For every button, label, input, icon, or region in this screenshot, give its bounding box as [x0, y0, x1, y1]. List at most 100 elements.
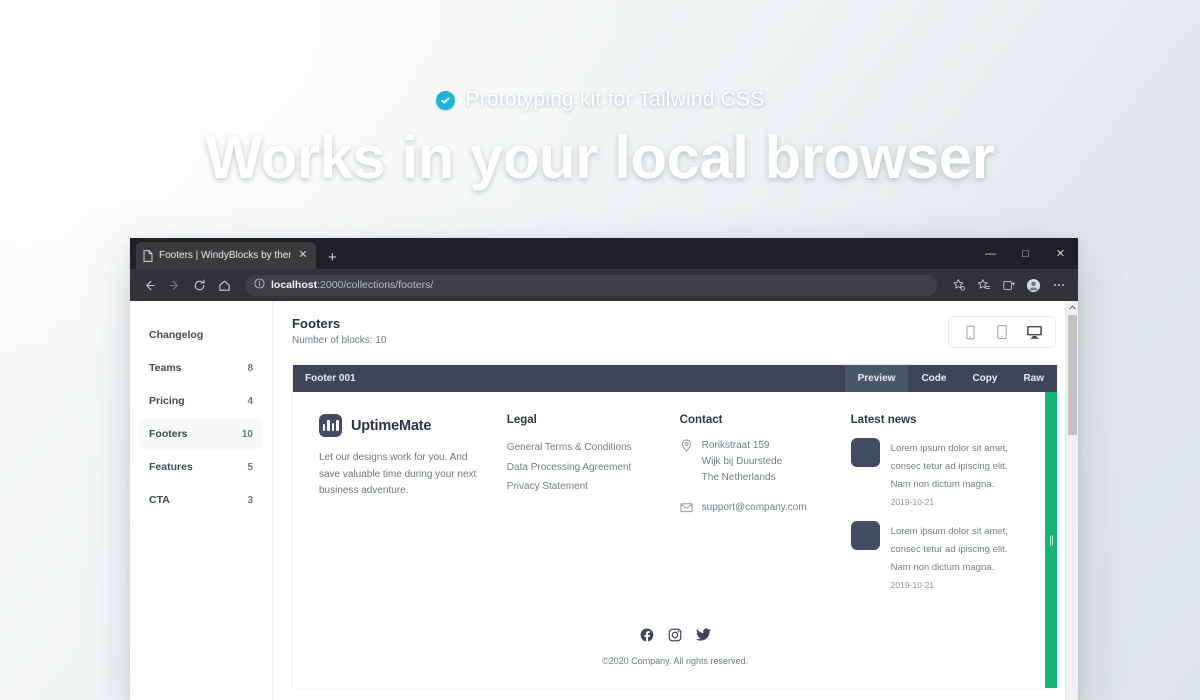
sidebar-item-label: CTA — [149, 494, 170, 506]
sidebar-item-count: 8 — [247, 363, 253, 374]
news-body: Lorem ipsum dolor sit amet, consec tetur… — [891, 521, 1015, 590]
block-name: Footer 001 — [293, 365, 845, 392]
sidebar-item-cta[interactable]: CTA 3 — [139, 485, 263, 515]
address-line-3: The Netherlands — [702, 472, 776, 483]
footer-columns: UptimeMate Let our designs work for you.… — [319, 414, 1031, 604]
tab-raw[interactable]: Raw — [1010, 365, 1057, 392]
sidebar-item-label: Footers — [149, 428, 188, 440]
sidebar-item-label: Changelog — [149, 329, 203, 341]
contact-heading: Contact — [680, 414, 835, 426]
browser-tab-strip: Footers | WindyBlocks by themes ✕ + — □ … — [130, 238, 1078, 269]
instagram-icon[interactable] — [668, 628, 682, 642]
forward-icon[interactable] — [163, 274, 185, 296]
window-close-button[interactable]: ✕ — [1043, 238, 1078, 269]
toolbar-icons — [947, 274, 1070, 297]
tab-copy[interactable]: Copy — [959, 365, 1010, 392]
page-icon — [143, 250, 153, 262]
tab-groups-icon[interactable] — [997, 274, 1020, 297]
address-host: localhost — [271, 279, 317, 291]
news-item[interactable]: Lorem ipsum dolor sit amet, consec tetur… — [851, 438, 1015, 507]
legal-link[interactable]: Privacy Statement — [507, 477, 664, 497]
browser-tab[interactable]: Footers | WindyBlocks by themes ✕ — [136, 242, 316, 269]
block-toolbar: Footer 001 Preview Code Copy Raw — [293, 365, 1057, 392]
sidebar-item-count: 3 — [247, 495, 253, 506]
maximize-button[interactable]: □ — [1008, 238, 1043, 269]
sidebar-item-label: Features — [149, 461, 193, 473]
home-icon[interactable] — [213, 274, 235, 296]
sidebar-item-count: 4 — [247, 396, 253, 407]
mobile-icon[interactable] — [955, 321, 985, 343]
page-scrollbar[interactable] — [1065, 301, 1078, 700]
grip-icon — [1050, 535, 1053, 546]
page-title: Footers — [292, 316, 387, 331]
news-text: Lorem ipsum dolor sit amet, consec tetur… — [891, 526, 1008, 573]
main-content: Footers Number of blocks: 10 — [273, 301, 1078, 700]
browser-tab-title: Footers | WindyBlocks by themes — [159, 250, 291, 261]
info-circle-icon — [254, 278, 265, 292]
copyright-text: ©2020 Company. All rights reserved. — [319, 656, 1031, 666]
favorites-icon[interactable] — [972, 274, 995, 297]
close-icon[interactable]: ✕ — [297, 250, 309, 261]
footer-news-column: Latest news Lorem ipsum dolor sit amet, … — [851, 414, 1031, 604]
sidebar-item-label: Pricing — [149, 395, 185, 407]
browser-window: Footers | WindyBlocks by themes ✕ + — □ … — [130, 238, 1078, 700]
sidebar-item-teams[interactable]: Teams 8 — [139, 353, 263, 383]
contact-email[interactable]: support@company.com — [702, 500, 807, 519]
desktop-icon[interactable] — [1019, 321, 1049, 343]
minimize-button[interactable]: — — [973, 238, 1008, 269]
envelope-icon — [680, 500, 693, 519]
twitter-icon[interactable] — [696, 628, 711, 642]
legal-link[interactable]: Data Processing Agreement — [507, 458, 664, 478]
address-bar-text: localhost:2000/collections/footers/ — [271, 279, 433, 291]
page-header: Footers Number of blocks: 10 — [273, 301, 1078, 348]
footer-brand-column: UptimeMate Let our designs work for you.… — [319, 414, 507, 604]
news-thumbnail — [851, 438, 880, 467]
window-controls: — □ ✕ — [973, 238, 1078, 269]
collections-icon[interactable] — [947, 274, 970, 297]
sidebar-item-changelog[interactable]: Changelog — [139, 320, 263, 350]
address-line-1: Rorikstraat 159 — [702, 440, 770, 451]
sidebar-item-footers[interactable]: Footers 10 — [139, 419, 263, 449]
page-header-text: Footers Number of blocks: 10 — [292, 316, 387, 346]
block-card: Footer 001 Preview Code Copy Raw — [292, 364, 1058, 688]
contact-address: Rorikstraat 159 Wijk bij Duurstede The N… — [702, 438, 783, 487]
address-line-2: Wijk bij Duurstede — [702, 456, 783, 467]
scrollbar-thumb[interactable] — [1068, 315, 1077, 435]
footer-legal-column: Legal General Terms & Conditions Data Pr… — [507, 414, 680, 604]
brand: UptimeMate — [319, 414, 491, 437]
brand-name: UptimeMate — [351, 418, 431, 434]
sidebar-item-pricing[interactable]: Pricing 4 — [139, 386, 263, 416]
page-subtitle: Number of blocks: 10 — [292, 335, 387, 346]
facebook-icon[interactable] — [640, 628, 654, 642]
tablet-icon[interactable] — [987, 321, 1017, 343]
scroll-up-icon[interactable] — [1066, 301, 1078, 314]
tab-code[interactable]: Code — [908, 365, 959, 392]
legal-heading: Legal — [507, 414, 664, 426]
news-body: Lorem ipsum dolor sit amet, consec tetur… — [891, 438, 1015, 507]
app-sidebar: Changelog Teams 8 Pricing 4 Footers 10 F… — [130, 301, 273, 700]
profile-icon[interactable] — [1022, 274, 1045, 297]
tab-preview[interactable]: Preview — [845, 365, 909, 392]
browser-toolbar: localhost:2000/collections/footers/ — [130, 269, 1078, 301]
legal-link[interactable]: General Terms & Conditions — [507, 438, 664, 458]
footer-bottom: ©2020 Company. All rights reserved. — [319, 604, 1031, 688]
map-pin-icon — [680, 438, 693, 487]
news-date: 2019-10-21 — [891, 497, 1015, 507]
hero-eyebrow: Prototyping kit for Tailwind CSS — [436, 88, 765, 112]
more-icon[interactable] — [1047, 274, 1070, 297]
sidebar-item-count: 5 — [247, 462, 253, 473]
news-thumbnail — [851, 521, 880, 550]
sidebar-item-features[interactable]: Features 5 — [139, 452, 263, 482]
preview-resize-handle[interactable] — [1045, 392, 1057, 688]
brand-description: Let our designs work for you. And save v… — [319, 450, 491, 500]
hero-section: Prototyping kit for Tailwind CSS Works i… — [0, 0, 1200, 238]
address-bar[interactable]: localhost:2000/collections/footers/ — [245, 275, 937, 296]
back-icon[interactable] — [138, 274, 160, 296]
new-tab-button[interactable]: + — [328, 250, 337, 265]
block-preview: UptimeMate Let our designs work for you.… — [293, 392, 1057, 688]
contact-address-row: Rorikstraat 159 Wijk bij Duurstede The N… — [680, 438, 835, 487]
reload-icon[interactable] — [188, 274, 210, 296]
social-links — [319, 628, 1031, 642]
address-path: :2000/collections/footers/ — [317, 279, 433, 291]
news-item[interactable]: Lorem ipsum dolor sit amet, consec tetur… — [851, 521, 1015, 590]
